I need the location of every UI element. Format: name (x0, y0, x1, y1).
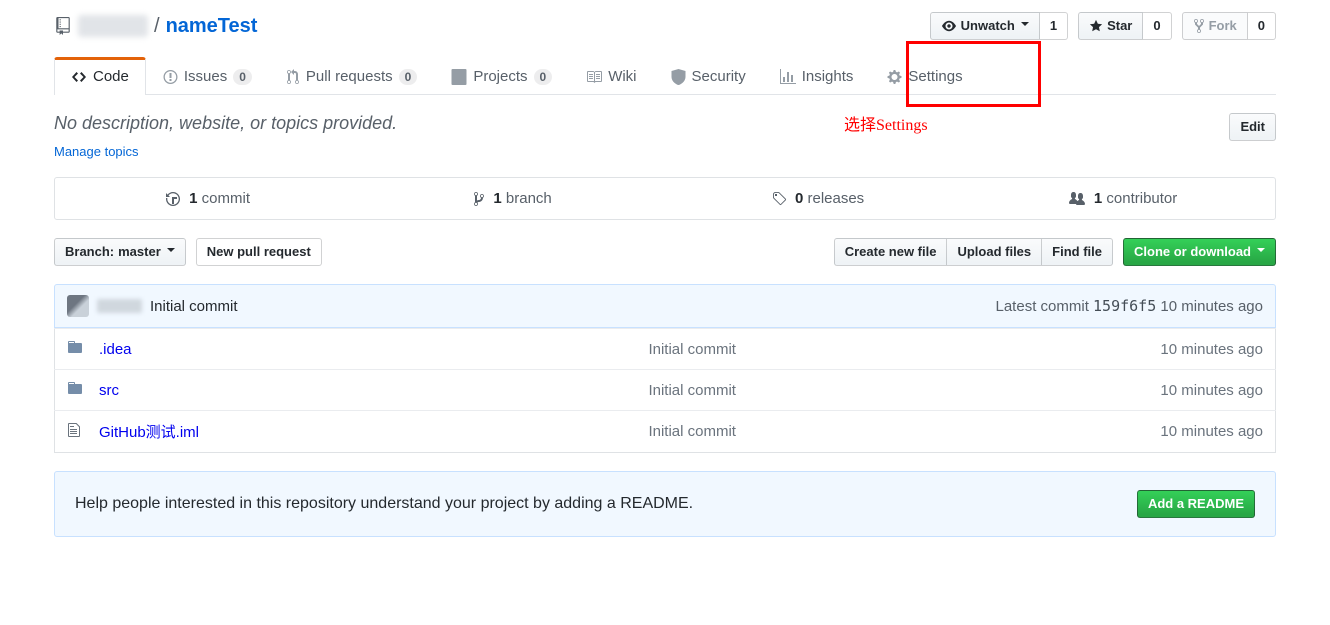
file-commit-message[interactable]: Initial commit (636, 370, 935, 411)
new-pull-request-button[interactable]: New pull request (196, 238, 322, 266)
file-commit-message[interactable]: Initial commit (636, 411, 935, 453)
history-icon (165, 191, 181, 207)
tab-security[interactable]: Security (654, 57, 763, 95)
graph-icon (780, 69, 796, 85)
author-name-redacted (97, 299, 142, 313)
repo-description: No description, website, or topics provi… (54, 113, 397, 134)
file-link[interactable]: GitHub测试.iml (99, 424, 199, 441)
projects-count: 0 (534, 69, 553, 85)
file-list: .idea Initial commit10 minutes ago src Init… (54, 328, 1276, 453)
pulls-count: 0 (399, 69, 418, 85)
readme-prompt-text: Help people interested in this repositor… (75, 495, 693, 513)
stat-releases[interactable]: 0 releases (665, 178, 970, 219)
annotation-text: 选择Settings (844, 111, 928, 135)
tag-icon (771, 191, 787, 207)
tab-pull-requests[interactable]: Pull requests 0 (269, 57, 434, 95)
stat-branches[interactable]: 1 branch (360, 178, 665, 219)
tab-wiki[interactable]: Wiki (569, 57, 653, 95)
repo-name-link[interactable]: nameTest (166, 15, 258, 38)
owner-name-redacted (78, 15, 148, 37)
edit-button[interactable]: Edit (1229, 113, 1276, 141)
table-row: .idea Initial commit10 minutes ago (55, 329, 1276, 370)
add-readme-button[interactable]: Add a README (1137, 490, 1255, 518)
stat-contributors[interactable]: 1 contributor (970, 178, 1275, 219)
separator: / (154, 15, 160, 38)
file-link[interactable]: .idea (99, 341, 132, 358)
tab-code[interactable]: Code (54, 57, 146, 95)
eye-icon (941, 19, 957, 33)
tab-issues[interactable]: Issues 0 (146, 57, 269, 95)
people-icon (1068, 191, 1086, 207)
unwatch-button[interactable]: Unwatch (930, 12, 1040, 40)
latest-commit-message[interactable]: Initial commit (150, 298, 238, 315)
file-age: 10 minutes ago (935, 411, 1275, 453)
shield-icon (671, 69, 686, 85)
commit-sha[interactable]: 159f6f5 (1093, 297, 1156, 315)
star-icon (1089, 19, 1103, 33)
file-age: 10 minutes ago (935, 370, 1275, 411)
folder-icon (55, 329, 88, 370)
file-commit-message[interactable]: Initial commit (636, 329, 935, 370)
stat-commits[interactable]: 1 commit (55, 178, 360, 219)
avatar[interactable] (67, 295, 89, 317)
repo-title: / nameTest (54, 15, 257, 38)
fork-count[interactable]: 0 (1248, 12, 1276, 40)
file-link[interactable]: src (99, 382, 119, 399)
create-file-button[interactable]: Create new file (834, 238, 947, 266)
file-age: 10 minutes ago (935, 329, 1275, 370)
upload-files-button[interactable]: Upload files (946, 238, 1041, 266)
pull-request-icon (286, 69, 300, 85)
table-row: GitHub测试.iml Initial commit10 minutes ago (55, 411, 1276, 453)
branch-select-button[interactable]: Branch: master (54, 238, 186, 266)
latest-commit-info: Latest commit 159f6f5 10 minutes ago (996, 297, 1264, 315)
tab-settings[interactable]: Settings (870, 57, 979, 95)
tab-insights[interactable]: Insights (763, 57, 871, 95)
fork-button: Fork (1182, 12, 1248, 40)
repo-nav: Code Issues 0 Pull requests 0 Projects 0… (54, 56, 1276, 95)
clone-download-button[interactable]: Clone or download (1123, 238, 1276, 266)
file-icon (55, 411, 88, 453)
book-icon (586, 69, 602, 85)
code-icon (71, 69, 87, 85)
manage-topics-link[interactable]: Manage topics (54, 144, 139, 159)
repo-icon (54, 17, 72, 35)
table-row: src Initial commit10 minutes ago (55, 370, 1276, 411)
watch-count[interactable]: 1 (1040, 12, 1068, 40)
project-icon (451, 69, 467, 85)
gear-icon (887, 69, 902, 85)
tab-projects[interactable]: Projects 0 (434, 57, 569, 95)
find-file-button[interactable]: Find file (1041, 238, 1113, 266)
branch-icon (473, 191, 485, 207)
folder-icon (55, 370, 88, 411)
issues-count: 0 (233, 69, 252, 85)
star-count[interactable]: 0 (1143, 12, 1171, 40)
star-button[interactable]: Star (1078, 12, 1143, 40)
issue-icon (163, 69, 178, 85)
fork-icon (1193, 18, 1205, 34)
